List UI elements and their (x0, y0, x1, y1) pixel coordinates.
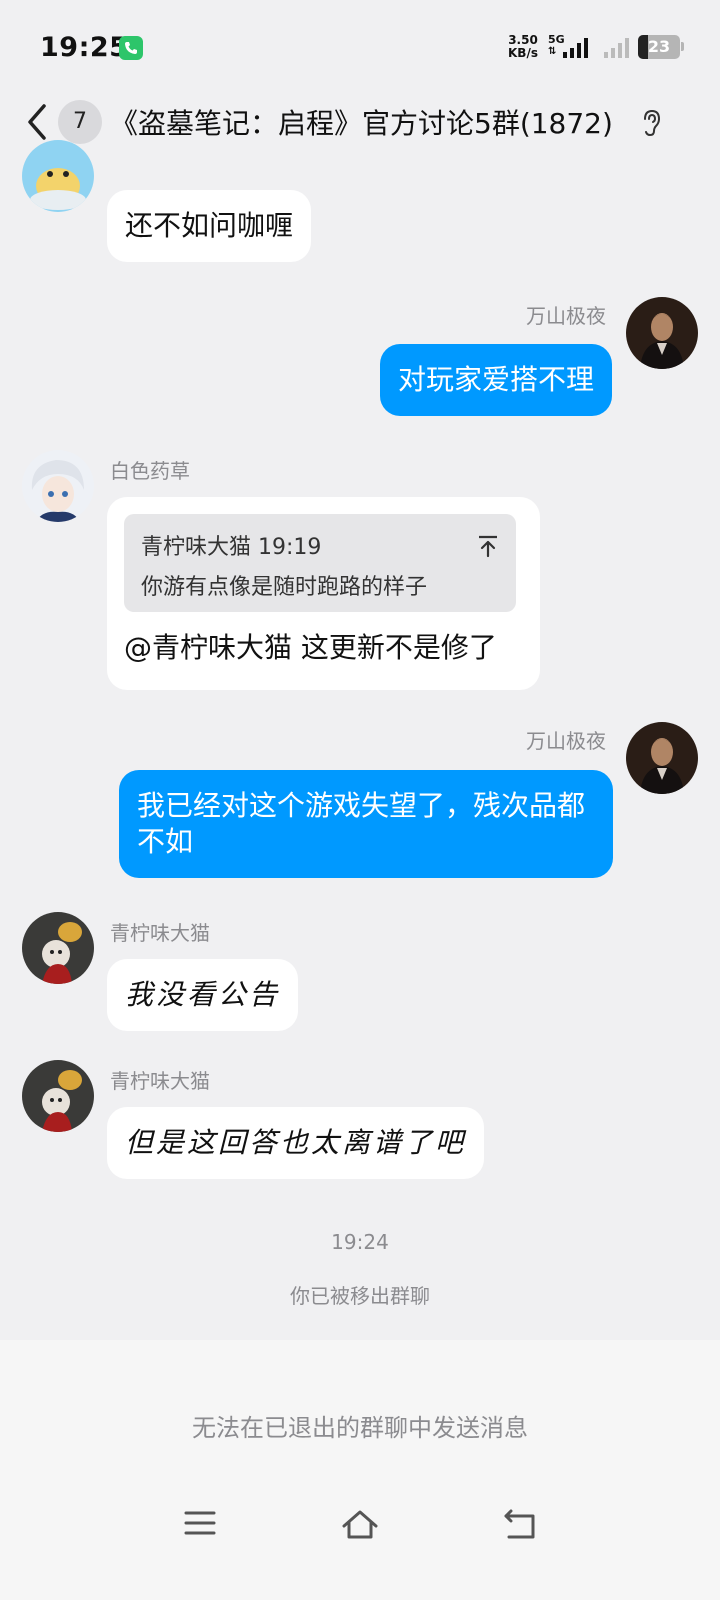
message-bubble[interactable]: 还不如问咖喱 (107, 190, 312, 262)
sender-name: 万山极夜 (526, 729, 606, 753)
battery-tip (681, 42, 684, 51)
quote-author-time: 青柠味大猫 19:19 (141, 535, 322, 560)
message-bubble-out[interactable]: 我已经对这个游戏失望了，残次品都不如 (119, 770, 613, 878)
avatar[interactable] (22, 450, 94, 522)
battery-icon: 23 (638, 35, 680, 59)
quoted-message[interactable]: 青柠味大猫 19:19 你游有点像是随时跑路的样子 (124, 514, 516, 612)
message-text: 我已经对这个游戏失望了，残次品都不如 (137, 789, 586, 858)
message-text: 我没看公告 (125, 978, 281, 1011)
sender-name: 白色药草 (110, 459, 190, 483)
signal-2-icon (604, 38, 629, 58)
quote-text: 你游有点像是随时跑路的样子 (141, 575, 428, 600)
ear-icon[interactable] (640, 108, 664, 138)
message-text: 对玩家爱搭不理 (397, 363, 594, 396)
avatar-self[interactable] (626, 722, 698, 794)
avatar[interactable] (22, 912, 94, 984)
message-bubble-out[interactable]: 对玩家爱搭不理 (379, 344, 612, 416)
menu-icon[interactable] (183, 1508, 217, 1538)
input-disabled-panel: 无法在已退出的群聊中发送消息 (0, 1340, 720, 1600)
sender-name: 万山极夜 (526, 304, 606, 328)
unread-count-badge[interactable]: 7 (58, 100, 102, 144)
status-bar: 19:25 3.50 KB/s 5G ⇅ 23 (0, 0, 720, 90)
message-text: 还不如问咖喱 (125, 209, 294, 242)
home-icon[interactable] (340, 1508, 380, 1540)
avatar-self[interactable] (626, 297, 698, 369)
network-speed: 3.50 KB/s (508, 34, 538, 60)
speed-unit: KB/s (508, 46, 538, 60)
sender-name: 青柠味大猫 (110, 1069, 210, 1093)
avatar[interactable] (22, 140, 94, 212)
message-text: @青柠味大猫 这更新不是修了 (124, 631, 497, 664)
cannot-send-notice: 无法在已退出的群聊中发送消息 (192, 1414, 528, 1442)
chat-title[interactable]: 《盗墓笔记：启程》官方讨论5群(1872) (110, 102, 613, 142)
message-text: 但是这回答也太离谱了吧 (125, 1126, 467, 1159)
message-timestamp: 19:24 (331, 1230, 389, 1254)
system-message: 你已被移出群聊 (290, 1284, 430, 1308)
battery-level: 23 (647, 37, 671, 56)
back-icon[interactable] (22, 100, 52, 144)
message-bubble-quote[interactable]: 青柠味大猫 19:19 你游有点像是随时跑路的样子 @青柠味大猫 这更新不是修了 (107, 497, 540, 690)
avatar[interactable] (22, 1060, 94, 1132)
message-bubble[interactable]: 我没看公告 (107, 959, 299, 1031)
sender-name: 青柠味大猫 (110, 921, 210, 945)
back-nav-icon[interactable] (503, 1508, 537, 1540)
call-icon (119, 36, 143, 60)
chat-header: 7 《盗墓笔记：启程》官方讨论5群(1872) (0, 90, 720, 160)
signal-icon (563, 38, 588, 58)
status-time: 19:25 (40, 32, 129, 63)
jump-to-quote-icon[interactable] (476, 534, 500, 558)
message-bubble[interactable]: 但是这回答也太离谱了吧 (107, 1107, 485, 1179)
